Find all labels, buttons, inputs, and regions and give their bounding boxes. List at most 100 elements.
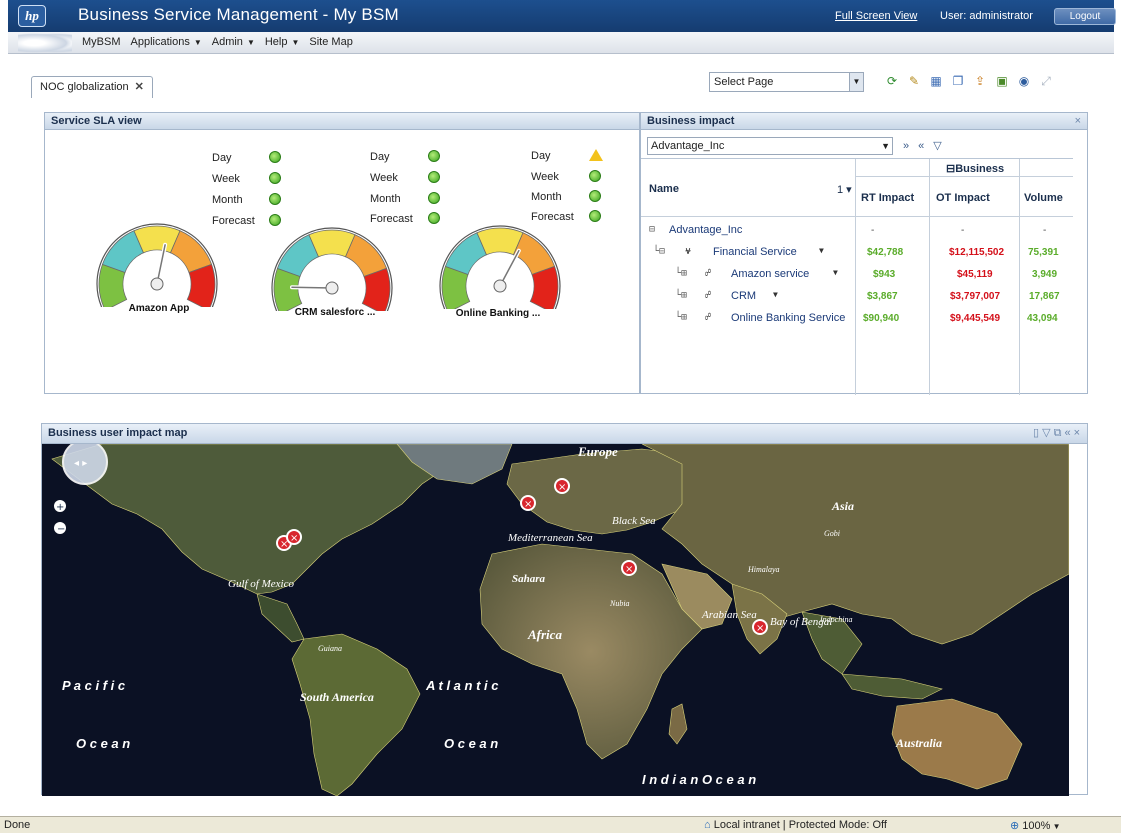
maximize-icon[interactable]: ⤢ xyxy=(1037,72,1055,90)
row-name: Amazon service xyxy=(731,268,810,280)
label-sahara: Sahara xyxy=(512,573,546,585)
column-header-ot-impact[interactable]: OT Impact xyxy=(936,192,990,204)
layout-icon[interactable]: ▦ xyxy=(927,72,945,90)
close-icon[interactable]: × xyxy=(1074,427,1083,439)
label-asia: Asia xyxy=(831,499,854,513)
impact-toolbar: »«▽ xyxy=(903,139,942,152)
svg-text:×: × xyxy=(524,499,532,510)
entity-select[interactable]: Advantage_Inc ▼ xyxy=(647,137,893,155)
sla-gauge-online-banking[interactable] xyxy=(438,224,568,309)
edit-icon[interactable]: ✎ xyxy=(905,72,923,90)
impact-marker[interactable]: × xyxy=(621,560,637,576)
warning-icon xyxy=(589,149,603,161)
sort-indicator[interactable]: 1 ▾ xyxy=(837,183,852,196)
sla-gauge-amazon-app[interactable] xyxy=(95,222,225,307)
label-indian-ocean: I n d i a n O c e a n xyxy=(642,772,756,787)
label-europe: Europe xyxy=(577,444,618,459)
restore-icon[interactable]: ▯ xyxy=(1033,427,1042,439)
ok-status-icon xyxy=(428,212,440,224)
sla-gauge-crm-salesforce[interactable] xyxy=(270,226,400,311)
menu-bar: MyBSM Applications ▼ Admin ▼ Help ▼ Site Ma… xyxy=(8,32,1114,54)
collapse-all-icon[interactable]: « xyxy=(918,140,933,152)
label-atlantic: A t l a n t i c xyxy=(425,678,499,693)
impact-marker[interactable]: × xyxy=(520,495,536,511)
gauge-hub xyxy=(493,279,507,293)
full-screen-link[interactable]: Full Screen View xyxy=(835,10,917,22)
page-toolbar: ⟳ ✎ ▦ ❐ ⇪ ▣ ◉ ⤢ xyxy=(883,72,1055,90)
table-row[interactable]: └⊞ ☍ Online Banking Service $90,940 $9,4… xyxy=(641,309,1073,331)
column-header-name[interactable]: Name xyxy=(649,183,679,195)
sla-label-week: Week xyxy=(370,172,398,184)
entity-select-value: Advantage_Inc xyxy=(651,140,725,152)
sla-label-month: Month xyxy=(531,191,562,203)
ok-status-icon xyxy=(428,171,440,183)
settings-icon[interactable]: ◉ xyxy=(1015,72,1033,90)
sla-label-week: Week xyxy=(212,173,240,185)
chevron-down-icon[interactable]: ▼ xyxy=(1050,822,1061,831)
collapse-icon[interactable]: ⊟ xyxy=(649,224,655,235)
tree-connector-icon: └⊟ xyxy=(653,246,666,257)
refresh-icon[interactable]: ⟳ xyxy=(883,72,901,90)
sla-label-week: Week xyxy=(531,171,559,183)
label-ocean-left: O c e a n xyxy=(76,736,130,751)
security-zone: ⌂ Local intranet | Protected Mode: Off xyxy=(704,819,887,831)
ok-status-icon xyxy=(269,193,281,205)
menu-item-admin[interactable]: Admin ▼ xyxy=(212,36,255,48)
volume-value: 3,949 xyxy=(1032,269,1058,280)
svg-text:×: × xyxy=(290,533,298,544)
label-black-sea: Black Sea xyxy=(612,515,656,527)
column-header-volume[interactable]: Volume xyxy=(1024,192,1063,204)
status-bar: Done ⌂ Local intranet | Protected Mode: … xyxy=(0,816,1121,833)
table-row[interactable]: └⊞ ☍ CRM ▼ $3,867 $3,797,007 17,867 xyxy=(641,287,1073,309)
filter-icon[interactable]: ▽ xyxy=(933,140,941,152)
world-map[interactable]: Europe Asia Gobi Black Sea Mediterranean… xyxy=(42,444,1069,796)
menu-item-site-map[interactable]: Site Map xyxy=(309,36,352,48)
logout-button[interactable]: Logout xyxy=(1054,8,1116,25)
ot-impact-value: $3,797,007 xyxy=(950,291,1001,302)
impact-table: ⊟Business Name 1 ▾ RT Impact OT Impact V… xyxy=(641,158,1073,395)
impact-marker[interactable]: × xyxy=(286,529,302,545)
menu-item-applications[interactable]: Applications ▼ xyxy=(131,36,202,48)
table-row[interactable]: └⊟ ⍱ Financial Service ▼ $42,788 $12,115… xyxy=(641,243,1073,265)
select-page-dropdown[interactable]: Select Page ▼ xyxy=(709,72,864,92)
menu-item-mybsm[interactable]: MyBSM xyxy=(82,36,121,48)
sla-label-forecast: Forecast xyxy=(531,211,574,223)
table-row[interactable]: ⊟ Advantage_Inc - - - xyxy=(641,221,1073,243)
share-icon[interactable]: ⇪ xyxy=(971,72,989,90)
panel-title-text: Business impact xyxy=(647,115,735,127)
new-page-icon[interactable]: ❐ xyxy=(949,72,967,90)
service-icon: ☍ xyxy=(705,268,712,279)
zoom-icon: ⊕ xyxy=(1010,820,1023,832)
expand-all-icon[interactable]: » xyxy=(903,140,918,152)
close-icon[interactable]: × xyxy=(1075,113,1081,129)
impact-marker[interactable]: × xyxy=(752,619,768,635)
ok-status-icon xyxy=(589,210,601,222)
zoom-control[interactable]: ⊕ 100% ▼ xyxy=(1010,819,1061,832)
table-row[interactable]: └⊞ ☍ Amazon service ▼ $943 $45,119 3,949 xyxy=(641,265,1073,287)
impact-marker[interactable]: × xyxy=(554,478,570,494)
chevron-down-icon[interactable]: ▼ xyxy=(833,268,838,277)
close-icon[interactable]: ✕ xyxy=(135,81,144,93)
svg-text:×: × xyxy=(756,623,764,634)
bsm-logo xyxy=(18,33,72,53)
column-header-rt-impact[interactable]: RT Impact xyxy=(861,192,914,204)
group-header-label: Business xyxy=(955,163,1005,175)
panel-controls: ▯▽⧉«× xyxy=(1033,424,1083,443)
label-gobi: Gobi xyxy=(824,529,840,538)
filter-icon[interactable]: ▽ xyxy=(1042,427,1053,439)
volume-value: 17,867 xyxy=(1029,291,1060,302)
chevron-down-icon[interactable]: ▼ xyxy=(881,138,890,154)
chevron-down-icon: ▼ xyxy=(246,38,255,47)
chevron-down-icon[interactable]: ▼ xyxy=(819,246,824,255)
chevron-down-icon[interactable]: ▼ xyxy=(849,73,863,91)
tab-noc-globalization[interactable]: NOC globalization ✕ xyxy=(31,76,153,98)
chevron-down-icon[interactable]: ▼ xyxy=(773,290,778,299)
collapse-icon[interactable]: « xyxy=(1064,427,1073,439)
popout-icon[interactable]: ⧉ xyxy=(1054,427,1065,439)
collapse-icon[interactable]: ⊟ xyxy=(946,163,955,175)
image-icon[interactable]: ▣ xyxy=(993,72,1011,90)
business-user-impact-map-panel: Business user impact map ▯▽⧉«× Europe Asi… xyxy=(41,423,1088,796)
menu-item-help[interactable]: Help ▼ xyxy=(265,36,300,48)
chevron-down-icon: ▼ xyxy=(193,38,202,47)
pan-arrows-icon[interactable]: ◂ ▸ xyxy=(74,458,87,469)
